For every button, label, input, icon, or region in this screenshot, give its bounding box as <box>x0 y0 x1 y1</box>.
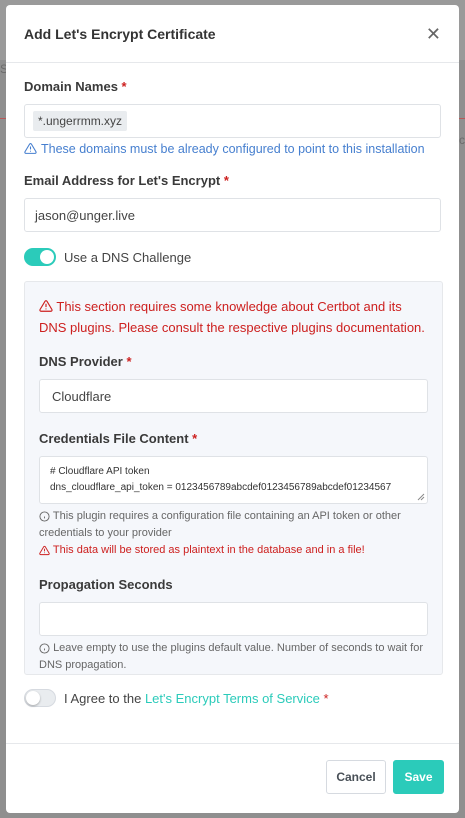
info-circle-icon <box>39 511 50 522</box>
modal-header: Add Let's Encrypt Certificate ✕ <box>6 5 459 63</box>
warning-triangle-icon <box>39 545 50 555</box>
modal-title: Add Let's Encrypt Certificate <box>24 25 216 42</box>
credentials-textarea[interactable]: # Cloudflare API token dns_cloudflare_ap… <box>39 456 428 504</box>
dns-provider-label: DNS Provider * <box>39 354 132 369</box>
domain-names-input[interactable]: *.ungerrmm.xyz <box>24 104 441 138</box>
dns-challenge-panel: This section requires some knowledge abo… <box>24 281 443 675</box>
warning-triangle-icon <box>24 143 37 154</box>
agree-toggle-row: I Agree to the Let's Encrypt Terms of Se… <box>24 689 329 707</box>
dns-provider-select[interactable]: Cloudflare <box>39 379 428 413</box>
propagation-seconds-input[interactable] <box>39 602 428 636</box>
add-certificate-modal: Add Let's Encrypt Certificate ✕ Domain N… <box>6 5 459 813</box>
backdrop-divider <box>459 118 465 119</box>
backdrop-text-right: c <box>459 133 465 147</box>
dns-warning: This section requires some knowledge abo… <box>39 299 425 335</box>
terms-of-service-link[interactable]: Let's Encrypt Terms of Service <box>145 691 320 706</box>
dns-challenge-toggle[interactable] <box>24 248 56 266</box>
resize-handle-icon[interactable] <box>417 493 425 501</box>
agree-toggle[interactable] <box>24 689 56 707</box>
credentials-warning: This data will be stored as plaintext in… <box>39 542 428 559</box>
credentials-note: This plugin requires a configuration fil… <box>39 510 401 539</box>
propagation-label: Propagation Seconds <box>39 577 173 592</box>
save-button[interactable]: Save <box>393 760 444 794</box>
info-circle-icon <box>39 643 50 654</box>
dns-challenge-toggle-row: Use a DNS Challenge <box>24 248 441 266</box>
close-icon[interactable]: ✕ <box>426 25 441 43</box>
warning-triangle-icon <box>39 300 53 312</box>
dns-challenge-label: Use a DNS Challenge <box>64 249 192 265</box>
cancel-button[interactable]: Cancel <box>326 760 386 794</box>
email-label: Email Address for Let's Encrypt * <box>24 173 229 188</box>
credentials-label: Credentials File Content * <box>39 431 198 446</box>
domain-names-label: Domain Names * <box>24 79 127 94</box>
propagation-note: Leave empty to use the plugins default v… <box>39 642 423 671</box>
agree-label: I Agree to the Let's Encrypt Terms of Se… <box>64 690 329 706</box>
domain-tag[interactable]: *.ungerrmm.xyz <box>33 111 128 131</box>
email-field[interactable]: jason@unger.live <box>24 198 441 232</box>
domain-hint: These domains must be already configured… <box>24 142 441 156</box>
modal-footer: Cancel Save <box>6 743 459 813</box>
